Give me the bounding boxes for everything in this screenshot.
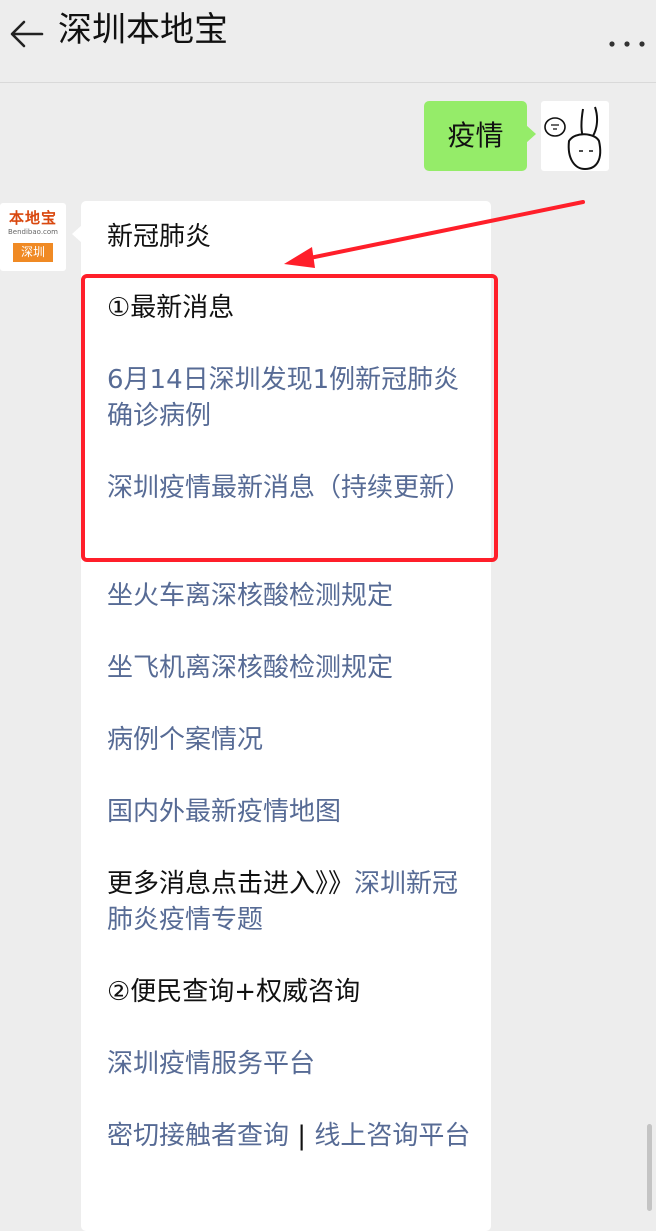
link-train-test-rules[interactable]: 坐火车离深核酸检测规定 <box>107 578 477 614</box>
link-case-details[interactable]: 病例个案情况 <box>107 722 477 758</box>
section-title-services: ②便民查询+权威咨询 <box>107 977 361 1007</box>
card-heading: 新冠肺炎 <box>107 222 212 252</box>
news-link-latest[interactable]: 深圳疫情最新消息（持续更新） <box>107 470 477 506</box>
link-separator: | <box>289 1121 315 1151</box>
back-arrow-icon <box>10 20 44 48</box>
back-button[interactable] <box>6 14 46 54</box>
user-message-bubble: 疫情 <box>424 101 536 171</box>
contact-query-line: 密切接触者查询 | 线上咨询平台 <box>107 1118 477 1154</box>
news-link-case[interactable]: 6月14日深圳发现1例新冠肺炎确诊病例 <box>107 362 477 434</box>
bot-message-card: 新冠肺炎 ①最新消息 6月14日深圳发现1例新冠肺炎确诊病例 深圳疫情最新消息（… <box>72 201 491 1231</box>
bot-logo-city-tag: 深圳 <box>13 243 53 262</box>
bot-avatar[interactable]: 本地宝 Bendibao.com 深圳 <box>0 203 66 271</box>
more-news-prefix: 更多消息点击进入》》 <box>107 869 355 899</box>
more-news-line: 更多消息点击进入》》深圳新冠肺炎疫情专题 <box>107 866 477 938</box>
link-online-consult[interactable]: 线上咨询平台 <box>314 1121 470 1151</box>
link-flight-test-rules[interactable]: 坐飞机离深核酸检测规定 <box>107 650 477 686</box>
link-epidemic-map[interactable]: 国内外最新疫情地图 <box>107 794 477 830</box>
bot-logo-name: 本地宝 <box>8 209 57 227</box>
scrollbar[interactable] <box>647 1124 652 1211</box>
page-title: 深圳本地宝 <box>58 10 228 50</box>
more-dots-icon <box>609 41 645 47</box>
section-title-latest: ①最新消息 <box>107 293 235 323</box>
link-service-platform[interactable]: 深圳疫情服务平台 <box>107 1046 477 1082</box>
top-bar: 深圳本地宝 <box>0 0 656 83</box>
link-close-contact-query[interactable]: 密切接触者查询 <box>107 1121 289 1151</box>
more-button[interactable] <box>606 30 650 54</box>
rabbit-sticker-icon <box>544 106 602 171</box>
bot-logo-domain: Bendibao.com <box>8 228 59 236</box>
user-avatar[interactable] <box>541 101 609 171</box>
